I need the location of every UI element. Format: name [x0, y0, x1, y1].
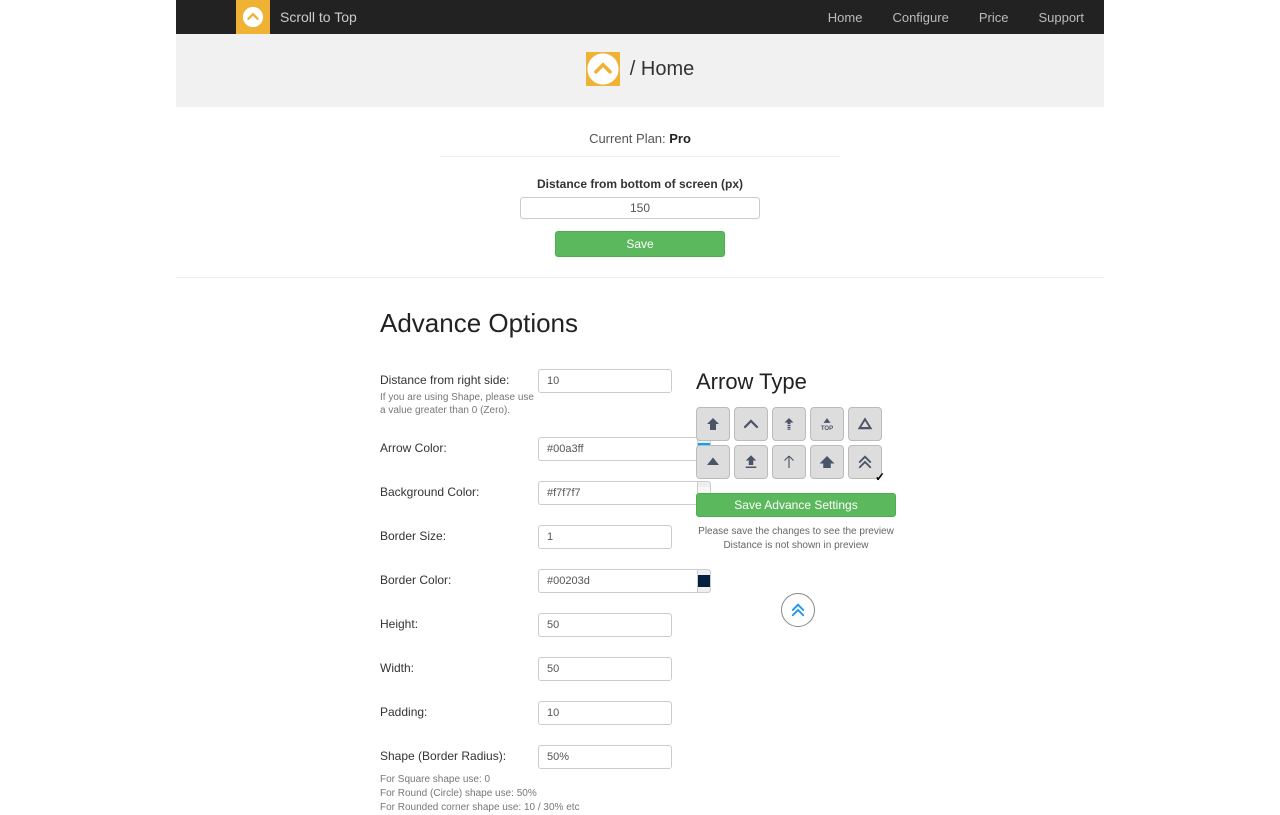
distance-label: Distance from bottom of screen (px)	[176, 177, 1104, 191]
save-advance-button[interactable]: Save Advance Settings	[696, 493, 896, 517]
arrow-triangle-outline-icon	[856, 415, 874, 433]
advance-title: Advance Options	[380, 308, 900, 339]
nav-configure[interactable]: Configure	[892, 10, 948, 25]
height-label: Height:	[380, 613, 538, 631]
preview-widget	[781, 593, 815, 627]
width-label: Width:	[380, 657, 538, 675]
height-input[interactable]	[538, 613, 672, 637]
brand-link[interactable]: Scroll to Top	[236, 0, 357, 34]
preview-hint-1: Please save the changes to see the previ…	[696, 525, 896, 539]
arrow-top-icon: TOP	[820, 417, 834, 432]
distance-input[interactable]	[520, 197, 760, 219]
arrow-option-4[interactable]: TOP	[810, 407, 844, 441]
padding-input[interactable]	[538, 701, 672, 725]
nav-support[interactable]: Support	[1038, 10, 1084, 25]
arrow-option-3[interactable]	[772, 407, 806, 441]
distance-right-input[interactable]	[538, 369, 672, 393]
arrow-color-label: Arrow Color:	[380, 437, 538, 455]
arrow-option-9[interactable]	[810, 445, 844, 479]
bg-color-label: Background Color:	[380, 481, 538, 499]
breadcrumb: / Home	[630, 58, 694, 81]
distance-right-label: Distance from right side:	[380, 373, 538, 387]
shape-hint-1: For Square shape use: 0	[380, 773, 676, 787]
arrow-dotted-icon	[780, 415, 798, 433]
shape-hint-3: For Rounded corner shape use: 10 / 30% e…	[380, 801, 676, 815]
nav-price[interactable]: Price	[979, 10, 1009, 25]
border-color-label: Border Color:	[380, 569, 538, 587]
arrow-option-6[interactable]	[696, 445, 730, 479]
plan-label: Current Plan:	[589, 131, 669, 146]
chevron-up-icon	[742, 415, 760, 433]
arrow-option-10[interactable]	[848, 445, 882, 479]
shape-input[interactable]	[538, 745, 672, 769]
arrow-option-2[interactable]	[734, 407, 768, 441]
arrow-option-8[interactable]	[772, 445, 806, 479]
distance-right-hint: If you are using Shape, please use a val…	[380, 391, 538, 417]
arrow-wide-icon	[818, 453, 836, 471]
plan-value: Pro	[669, 131, 691, 146]
shape-hint-2: For Round (Circle) shape use: 50%	[380, 787, 676, 801]
preview-arrow-icon	[789, 601, 807, 619]
arrow-triangle-solid-icon	[704, 453, 722, 471]
arrow-bold-icon	[704, 415, 722, 433]
brand-logo-icon	[236, 0, 270, 34]
brand-text: Scroll to Top	[280, 9, 357, 25]
chevron-double-up-icon	[856, 453, 874, 471]
arrow-option-1[interactable]	[696, 407, 730, 441]
arrow-type-title: Arrow Type	[696, 369, 900, 395]
border-color-input[interactable]	[538, 569, 697, 593]
border-size-label: Border Size:	[380, 525, 538, 543]
width-input[interactable]	[538, 657, 672, 681]
preview-hint-2: Distance is not shown in preview	[696, 539, 896, 553]
arrow-option-5[interactable]	[848, 407, 882, 441]
arrow-upload-icon	[742, 453, 760, 471]
bg-color-input[interactable]	[538, 481, 697, 505]
arrow-color-input[interactable]	[538, 437, 697, 461]
arrow-option-7[interactable]	[734, 445, 768, 479]
padding-label: Padding:	[380, 701, 538, 719]
header-logo-icon	[586, 52, 620, 86]
shape-label: Shape (Border Radius):	[380, 745, 538, 763]
arrow-thin-icon	[780, 453, 798, 471]
save-button[interactable]: Save	[555, 231, 725, 257]
nav-home[interactable]: Home	[828, 10, 863, 25]
border-size-input[interactable]	[538, 525, 672, 549]
